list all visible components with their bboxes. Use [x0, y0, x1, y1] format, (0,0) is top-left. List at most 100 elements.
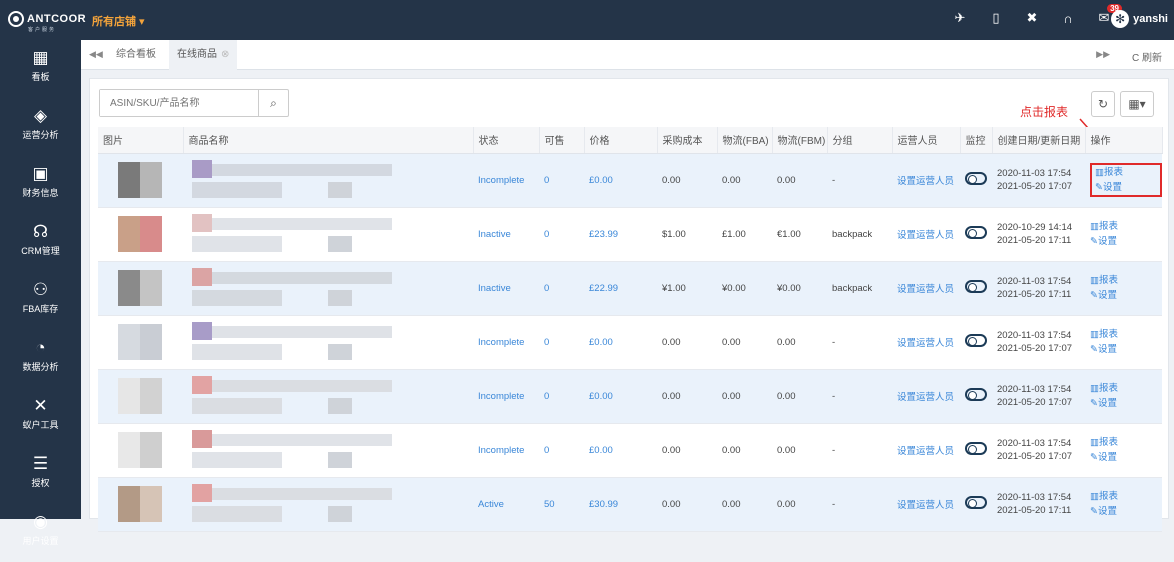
monitor-toggle[interactable] [965, 442, 987, 455]
monitor-toggle[interactable] [965, 172, 987, 185]
date-cell: 2020-11-03 17:54 2021-05-20 17:11 [992, 477, 1085, 532]
set-operator-link[interactable]: 设置运营人员 [892, 153, 960, 208]
ops-cell: ▥报表 ✎设置 [1085, 261, 1162, 316]
ops-group: ▥报表 ✎设置 [1090, 273, 1162, 303]
search-box: ⌕ [99, 89, 289, 117]
product-image[interactable] [98, 477, 183, 532]
monitor-toggle[interactable] [965, 226, 987, 239]
mail-icon[interactable]: ✉ 39 [1096, 4, 1122, 26]
sidebar-item-0[interactable]: ▦ 看板 [0, 40, 81, 98]
sidebar-item-label: 用户设置 [22, 536, 59, 546]
sidebar-item-label: 财务信息 [22, 188, 59, 198]
set-operator-link[interactable]: 设置运营人员 [892, 261, 960, 316]
product-name[interactable] [183, 369, 473, 424]
fullscreen-icon[interactable]: ✖ [1024, 10, 1040, 26]
product-name[interactable] [183, 423, 473, 478]
tab-scroll-left-icon[interactable]: ◀◀ [89, 49, 103, 60]
phone-icon[interactable]: ▯ [988, 10, 1004, 26]
cost-cell: ¥1.00 [657, 261, 717, 316]
sidebar-item-3[interactable]: ☊ CRM管理 [0, 214, 81, 272]
product-image[interactable] [98, 369, 183, 424]
sidebar-item-label: 看板 [31, 72, 50, 82]
cost-cell: 0.00 [657, 477, 717, 532]
search-icon[interactable]: ⌕ [258, 90, 288, 116]
edit-icon: ✎ [1090, 290, 1098, 301]
set-operator-link[interactable]: 设置运营人员 [892, 423, 960, 478]
sidebar-item-4[interactable]: ⚇ FBA库存 [0, 272, 81, 330]
set-operator-link[interactable]: 设置运营人员 [892, 477, 960, 532]
setting-link[interactable]: ✎设置 [1090, 450, 1162, 465]
sidebar-item-6[interactable]: ✕ 蚁户工具 [0, 388, 81, 446]
brand-name: ANTCOOR [27, 13, 87, 25]
product-image[interactable] [98, 153, 183, 208]
headset-icon[interactable]: ∩ [1060, 11, 1076, 26]
column-header: 物流(FBM) [772, 127, 828, 154]
analysis-icon: ◈ [33, 106, 48, 125]
report-link[interactable]: ▥报表 [1090, 219, 1162, 234]
updated-date: 2021-05-20 17:11 [997, 505, 1072, 516]
set-operator-link[interactable]: 设置运营人员 [892, 369, 960, 424]
rocket-icon[interactable]: ✈ [952, 10, 968, 26]
setting-link[interactable]: ✎设置 [1090, 342, 1162, 357]
columns-button[interactable]: ▦▾ [1120, 91, 1154, 117]
product-name[interactable] [183, 315, 473, 370]
product-table: 图片 商品名称 状态 可售 价格 采购成本 物流(FBA) 物流(FBM) 分组 运营人员 监控 创建… [98, 127, 1163, 532]
report-link[interactable]: ▥报表 [1090, 435, 1162, 450]
report-link[interactable]: ▥报表 [1090, 273, 1162, 288]
product-name[interactable] [183, 477, 473, 532]
product-image[interactable] [98, 315, 183, 370]
setting-link[interactable]: ✎设置 [1090, 504, 1162, 519]
product-image[interactable] [98, 423, 183, 478]
tab-scroll-right-icon[interactable]: ▶▶ [1096, 49, 1110, 60]
cost-cell: 0.00 [657, 423, 717, 478]
group-cell: backpack [827, 261, 892, 316]
ops-cell: ▥报表 ✎设置 [1085, 477, 1162, 532]
refresh-table-button[interactable]: ↻ [1091, 91, 1115, 117]
sidebar-item-1[interactable]: ◈ 运营分析 [0, 98, 81, 156]
tab-dashboard[interactable]: 综合看板 [108, 40, 164, 70]
set-operator-link[interactable]: 设置运营人员 [892, 207, 960, 262]
setting-link[interactable]: ✎设置 [1090, 396, 1162, 411]
report-link[interactable]: ▥报表 [1090, 489, 1162, 504]
tab-online-products[interactable]: 在线商品 ⊗ [169, 40, 238, 70]
brand-logo[interactable]: ANTCOOR [8, 11, 86, 27]
monitor-toggle[interactable] [965, 334, 987, 347]
monitor-cell [960, 207, 992, 262]
table-row: Inactive 0 £22.99 ¥1.00 ¥0.00 ¥0.00 backpack 设置… [98, 261, 1162, 316]
monitor-toggle[interactable] [965, 496, 987, 509]
refresh-button[interactable]: C 刷新 [1132, 49, 1162, 64]
monitor-toggle[interactable] [965, 280, 987, 293]
ops-cell: ▥报表 ✎设置 [1085, 207, 1162, 262]
product-image[interactable] [98, 261, 183, 316]
fbm-cell: 0.00 [772, 423, 827, 478]
monitor-toggle[interactable] [965, 388, 987, 401]
set-operator-link[interactable]: 设置运营人员 [892, 315, 960, 370]
qty-cell: 0 [539, 369, 584, 424]
setting-link[interactable]: ✎设置 [1090, 234, 1162, 249]
close-icon[interactable]: ⊗ [221, 49, 229, 60]
created-date: 2020-11-03 17:54 [997, 438, 1072, 449]
monitor-cell [960, 369, 992, 424]
user-menu[interactable]: ✻ yanshi [1111, 10, 1168, 28]
product-image[interactable] [98, 207, 183, 262]
store-selector[interactable]: 所有店铺 ▾ [92, 13, 145, 29]
report-link[interactable]: ▥报表 [1095, 165, 1160, 180]
date-cell: 2020-10-29 14:14 2021-05-20 17:11 [992, 207, 1085, 262]
sidebar-item-5[interactable]: ◔ 数据分析 [0, 330, 81, 388]
setting-link[interactable]: ✎设置 [1095, 180, 1160, 195]
ops-cell: ▥报表 ✎设置 [1085, 153, 1162, 208]
updated-date: 2021-05-20 17:07 [997, 397, 1073, 408]
group-cell: - [827, 369, 892, 424]
setting-link[interactable]: ✎设置 [1090, 288, 1162, 303]
product-name[interactable] [183, 153, 473, 208]
product-name[interactable] [183, 261, 473, 316]
product-name[interactable] [183, 207, 473, 262]
sidebar-item-2[interactable]: ▣ 财务信息 [0, 156, 81, 214]
status-cell: Incomplete [473, 423, 539, 478]
report-link[interactable]: ▥报表 [1090, 381, 1162, 396]
updated-date: 2021-05-20 17:07 [997, 451, 1073, 462]
report-link[interactable]: ▥报表 [1090, 327, 1162, 342]
sidebar-item-7[interactable]: ☰ 授权 [0, 446, 81, 504]
search-input[interactable] [100, 90, 258, 116]
sidebar-item-8[interactable]: ◉ 用户设置 [0, 504, 81, 562]
